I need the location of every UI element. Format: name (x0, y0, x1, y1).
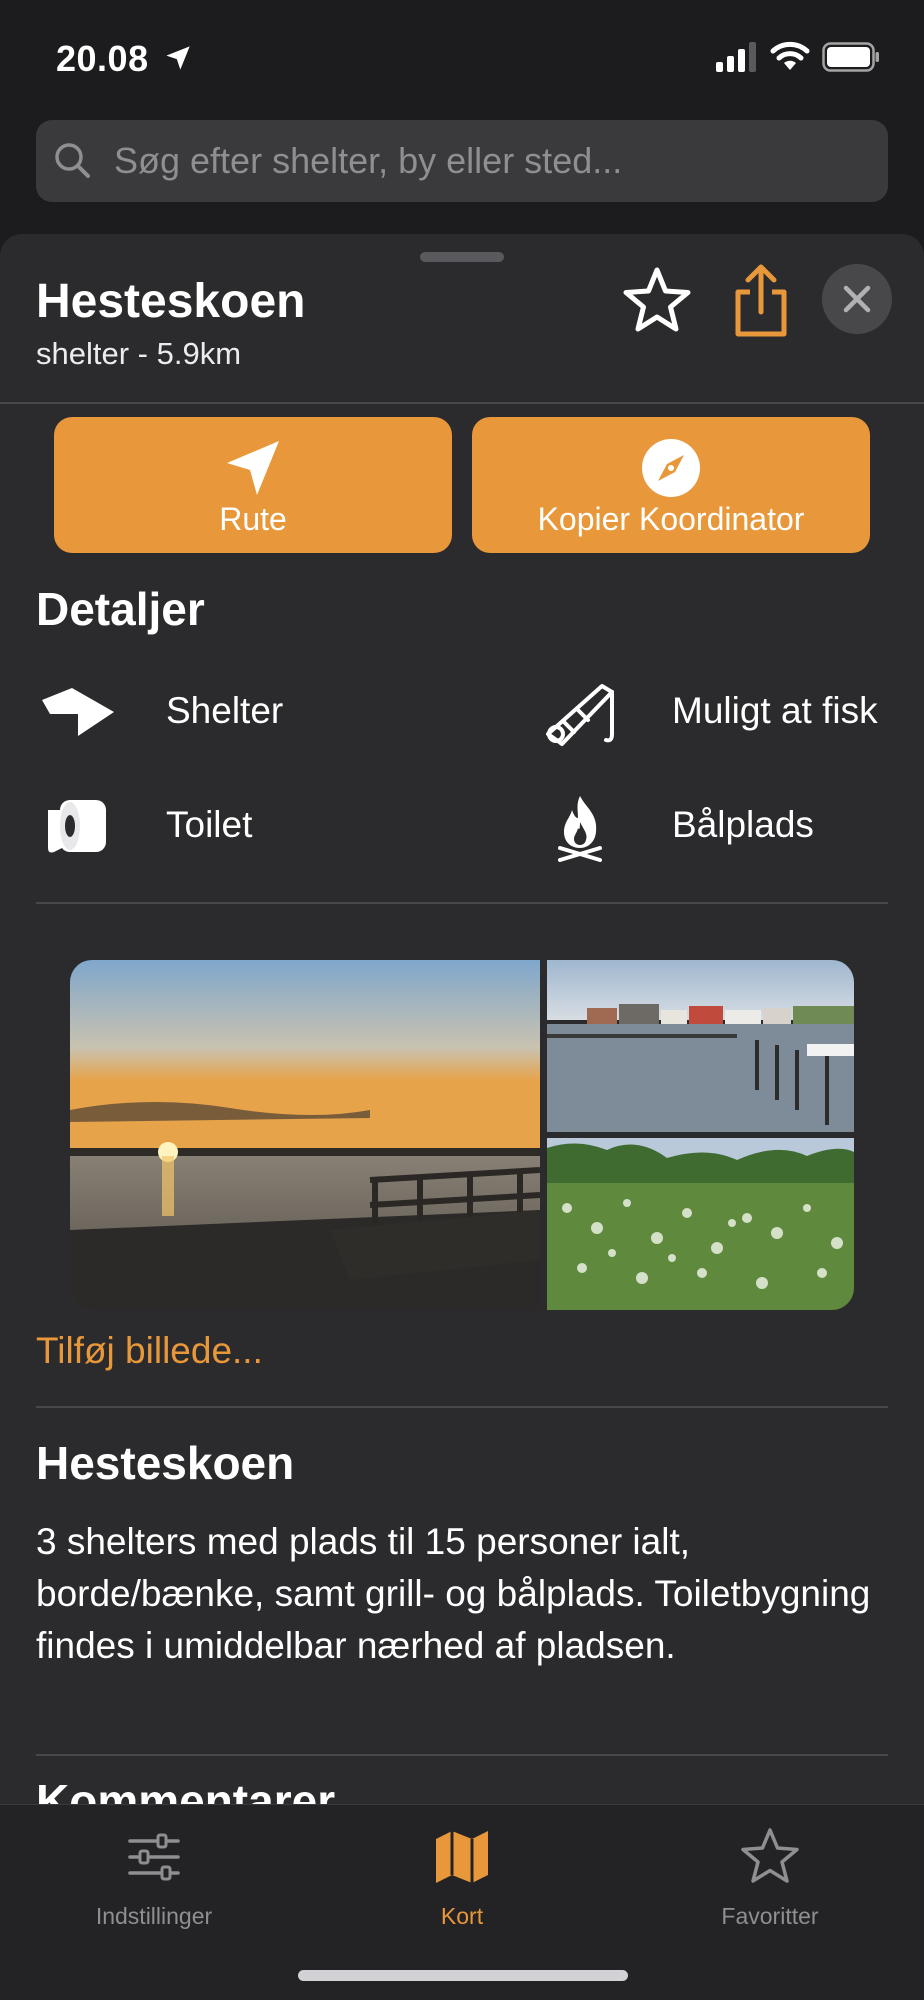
tab-settings[interactable]: Indstillinger (34, 1825, 274, 1935)
harbor-photo[interactable] (547, 960, 854, 1132)
header-divider (0, 402, 924, 404)
home-indicator[interactable] (298, 1970, 628, 1981)
route-button-label: Rute (219, 501, 287, 537)
feature-shelter: Shelter (36, 678, 496, 748)
sunset-photo[interactable] (70, 960, 540, 1310)
shelter-icon (42, 688, 114, 736)
status-bar: 20.08 (0, 0, 924, 110)
description-heading: Hesteskoen (36, 1437, 295, 1489)
detail-sheet: Hesteskoen shelter - 5.9km Rute Kopier K… (0, 234, 924, 1804)
navigation-arrow-icon (227, 441, 279, 495)
copy-coordinates-button[interactable]: Kopier Koordinator (472, 417, 870, 553)
compass-icon (642, 439, 700, 497)
wifi-icon (770, 41, 810, 70)
tab-favorites[interactable]: Favoritter (650, 1825, 890, 1935)
fishing-rod-icon (546, 684, 614, 746)
search-icon (55, 143, 90, 178)
battery-icon (822, 42, 879, 72)
map-icon (436, 1831, 488, 1883)
feature-fishing-label: Muligt at fisk (672, 690, 878, 731)
details-divider (36, 902, 888, 904)
tab-map[interactable]: Kort (342, 1825, 582, 1935)
comments-heading: Kommentarer (36, 1775, 336, 1804)
cellular-signal-icon (716, 42, 756, 72)
location-arrow-icon (166, 46, 190, 70)
description-text: 3 shelters med plads til 15 personer ial… (36, 1521, 871, 1666)
close-button[interactable] (822, 264, 892, 334)
star-icon (741, 1828, 799, 1883)
favorite-star-icon[interactable] (620, 264, 694, 338)
search-input[interactable] (114, 120, 874, 202)
photo-gallery[interactable] (70, 960, 854, 1310)
route-button[interactable]: Rute (54, 417, 452, 553)
photos-divider (36, 1406, 888, 1408)
search-bar[interactable] (36, 120, 888, 202)
description-divider (36, 1754, 888, 1756)
status-time: 20.08 (56, 38, 149, 79)
place-title: Hesteskoen (36, 275, 306, 328)
tab-settings-label: Indstillinger (95, 1903, 213, 1929)
toilet-paper-icon (48, 800, 106, 853)
close-icon (843, 285, 871, 313)
place-subtitle: shelter - 5.9km (36, 336, 242, 371)
feature-toilet-label: Toilet (166, 804, 253, 845)
feature-campfire: Bålplads (540, 792, 888, 862)
tab-map-label: Kort (440, 1903, 484, 1929)
feature-shelter-label: Shelter (166, 690, 284, 731)
meadow-photo[interactable] (547, 1138, 854, 1310)
copy-coordinates-label: Kopier Koordinator (537, 501, 805, 537)
details-heading: Detaljer (36, 583, 205, 635)
feature-campfire-label: Bålplads (672, 804, 814, 845)
tab-favorites-label: Favoritter (721, 1903, 819, 1929)
campfire-icon (558, 796, 602, 862)
feature-toilet: Toilet (36, 792, 496, 862)
feature-fishing: Muligt at fisk (540, 678, 888, 748)
sliders-icon (128, 1833, 180, 1881)
add-photo-link[interactable]: Tilføj billede... (36, 1330, 263, 1372)
share-icon[interactable] (728, 262, 794, 338)
sheet-grabber[interactable] (420, 252, 504, 262)
